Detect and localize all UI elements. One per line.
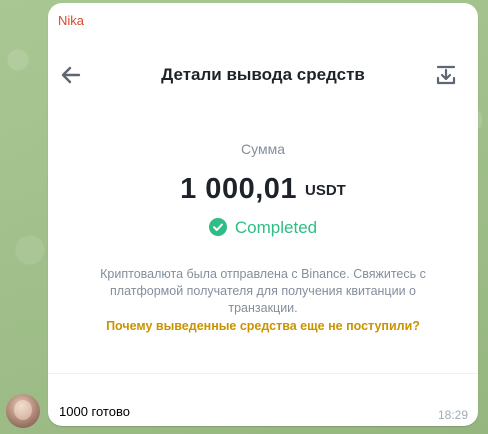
download-icon: [436, 65, 456, 85]
check-circle-icon: [208, 218, 227, 236]
amount-currency: USDT: [305, 182, 346, 199]
status-text: Completed: [234, 218, 318, 237]
amount-label: Сумма: [241, 141, 285, 157]
message-bubble[interactable]: Nika Детали вывода средств Сумма 1 000,0…: [48, 3, 478, 426]
sender-name[interactable]: Nika: [58, 13, 84, 28]
amount-row: 1 000,01 USDT: [48, 173, 478, 206]
help-link[interactable]: Почему выведенные средства еще не поступ…: [48, 319, 478, 333]
page-title: Детали вывода средств: [161, 65, 365, 84]
amount-value: 1 000,01: [180, 173, 298, 205]
sender-avatar[interactable]: [6, 394, 40, 428]
message-text: 1000 готово: [59, 404, 130, 419]
message-time: 18:29: [437, 408, 468, 422]
withdrawal-details-screenshot[interactable]: Детали вывода средств Сумма 1 000,01 USDT…: [48, 33, 478, 373]
status-row: Completed: [48, 218, 478, 238]
info-text: Криптовалюта была отправлена с Binance. …: [100, 267, 426, 315]
divider: [48, 373, 478, 374]
